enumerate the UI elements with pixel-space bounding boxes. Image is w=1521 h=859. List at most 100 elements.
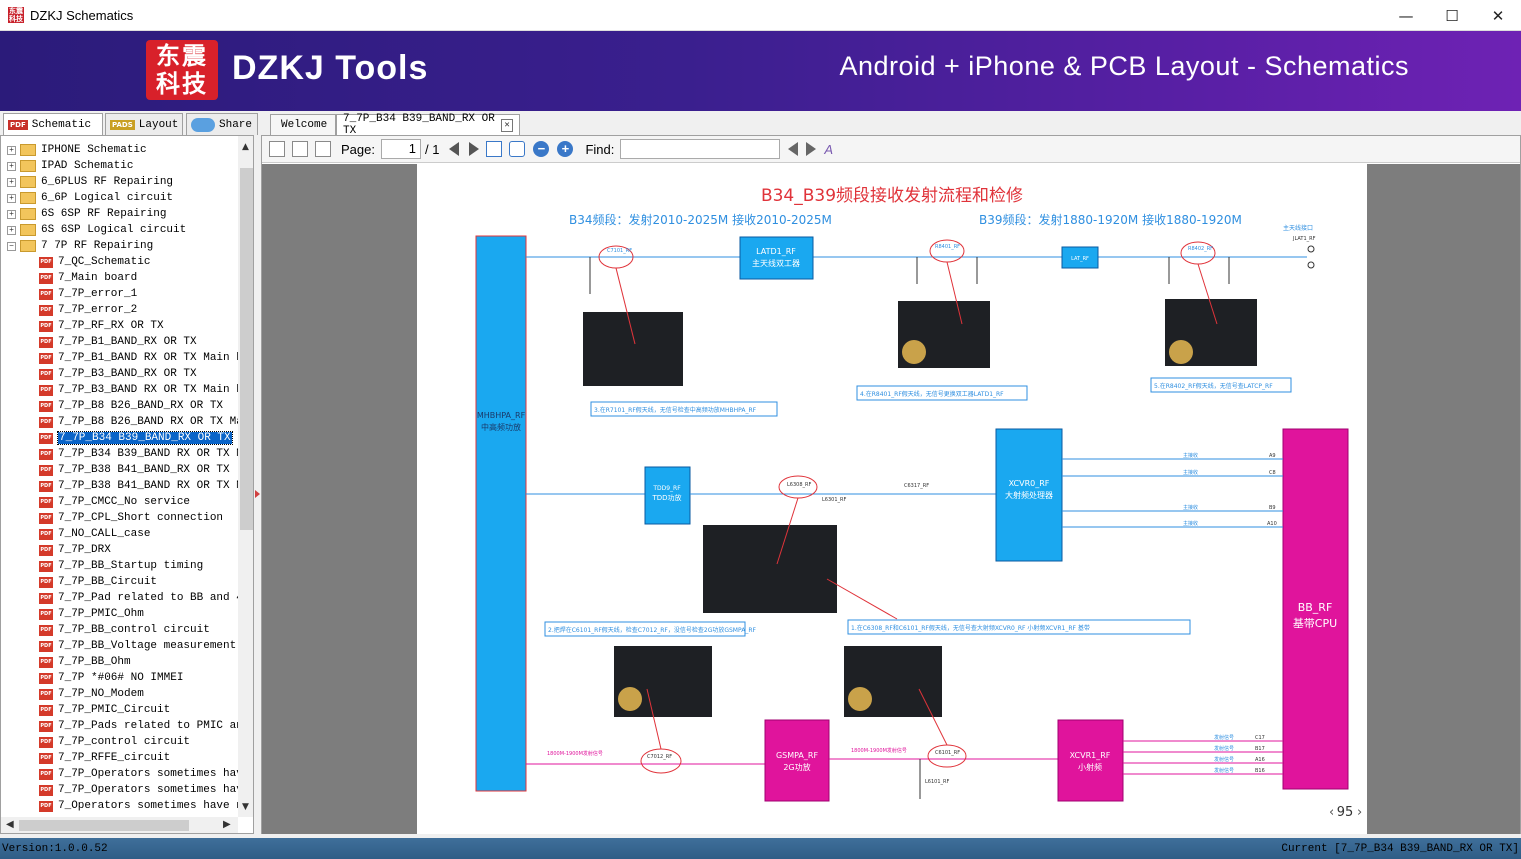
next-page-icon[interactable] bbox=[469, 142, 480, 156]
highlight-text-icon[interactable]: A bbox=[824, 142, 833, 157]
tree-item[interactable]: PDF 7_7P_control circuit bbox=[39, 734, 190, 750]
tree-item[interactable]: PDF 7_7P_BB_Startup timing bbox=[39, 558, 203, 574]
close-tab-icon[interactable]: ✕ bbox=[501, 118, 513, 132]
tab-schematic[interactable]: PDF Schematic bbox=[3, 113, 103, 135]
pdf-viewer: Page: 1 / 1 − + Find: A B34_B39频段接收发射流程和… bbox=[261, 135, 1521, 834]
tree-item[interactable]: PDF 7_7P_B8 B26_BAND_RX OR TX bbox=[39, 398, 223, 414]
tree-item[interactable]: PDF 7_Main board bbox=[39, 270, 137, 286]
tree-vertical-scrollbar[interactable]: ▲ ▼ bbox=[238, 136, 253, 817]
c6317-label: C6317_RF bbox=[904, 483, 929, 489]
tree-item[interactable]: PDF 7_7P_BB_control circuit bbox=[39, 622, 210, 638]
tree-item[interactable]: PDF 7_7P_B34 B39_BAND RX OR TX Mai bbox=[39, 446, 253, 462]
expand-icon[interactable]: + bbox=[7, 193, 16, 203]
expand-icon[interactable]: + bbox=[7, 161, 16, 171]
page-input[interactable]: 1 bbox=[380, 139, 421, 159]
minimize-button[interactable]: — bbox=[1383, 0, 1429, 31]
tree-item[interactable]: PDF 7_7P_B38 B41_BAND RX OR TX Mai bbox=[39, 478, 253, 494]
tree-vertical-scroll-thumb[interactable] bbox=[240, 168, 253, 530]
fit-width-icon[interactable] bbox=[486, 141, 503, 157]
scroll-left-icon[interactable]: ◀ bbox=[6, 819, 14, 830]
scroll-up-icon[interactable]: ▲ bbox=[242, 142, 249, 152]
page-next-icon[interactable]: › bbox=[1357, 805, 1362, 820]
page-prev-icon[interactable]: ‹ bbox=[1329, 805, 1334, 820]
tree-item[interactable]: PDF 7_7P_PMIC_Ohm bbox=[39, 606, 144, 622]
tree-folder[interactable]: +6S 6SP RF Repairing bbox=[7, 206, 166, 222]
mhbpa-label-1: MHBHPA_RF bbox=[477, 411, 526, 420]
tree-item[interactable]: PDF 7_NO_CALL_case bbox=[39, 526, 150, 542]
prev-page-icon[interactable] bbox=[449, 142, 460, 156]
tree-item[interactable]: PDF 7_7P_Operators sometimes have bbox=[39, 766, 249, 782]
tree-item[interactable]: PDF 7_7P_BB_Voltage measurement bbox=[39, 638, 236, 654]
tree-horizontal-scrollbar[interactable]: ◀ ▶ bbox=[1, 817, 238, 833]
expand-icon[interactable]: + bbox=[7, 209, 16, 219]
close-button[interactable]: ✕ bbox=[1475, 0, 1521, 31]
tree-item[interactable]: PDF 7_7P_DRX bbox=[39, 542, 111, 558]
expand-icon[interactable]: + bbox=[7, 177, 16, 187]
find-next-icon[interactable] bbox=[806, 142, 817, 156]
tree-item[interactable]: PDF 7_7P_B8 B26_BAND RX OR TX Main bbox=[39, 414, 254, 430]
page-canvas[interactable]: B34_B39频段接收发射流程和检修 B34频段：发射2010-2025M 接收… bbox=[262, 164, 1520, 834]
zoom-in-icon[interactable]: + bbox=[557, 141, 574, 157]
find-prev-icon[interactable] bbox=[788, 142, 799, 156]
expand-icon[interactable]: + bbox=[7, 145, 16, 155]
tree-item[interactable]: PDF 7_7P_BB_Ohm bbox=[39, 654, 131, 670]
tree-item[interactable]: PDF 7_7P_B1_BAND_RX OR TX bbox=[39, 334, 197, 350]
tree-item[interactable]: PDF 7_7P_B34 B39_BAND_RX OR TX bbox=[39, 430, 233, 446]
tree-item-label: 7_7P_PMIC_Circuit bbox=[58, 704, 171, 716]
tree-folder[interactable]: +6_6P Logical circuit bbox=[7, 190, 173, 206]
x1-pin-3: A16 bbox=[1255, 757, 1265, 763]
tree-item[interactable]: PDF 7_7P_BB_Circuit bbox=[39, 574, 157, 590]
panel-splitter[interactable] bbox=[254, 135, 261, 834]
tx-sig-3: 发射信号 bbox=[1214, 756, 1234, 763]
tree-item[interactable]: PDF 7_7P_RF_RX OR TX bbox=[39, 318, 164, 334]
tree-item[interactable]: PDF 7_7P_Pad related to BB and 401 bbox=[39, 590, 253, 606]
pcb-photo-6-pad bbox=[848, 687, 872, 711]
tree-folder[interactable]: + IPHONE Schematic bbox=[7, 142, 147, 158]
doc-tab-welcome[interactable]: Welcome bbox=[270, 114, 336, 135]
tree-item[interactable]: PDF 7_7P_RFFE_circuit bbox=[39, 750, 170, 766]
tree-item[interactable]: PDF 7_7P_B3_BAND RX OR TX Main boa bbox=[39, 382, 253, 398]
xcvr0-label-2: 大射频处理器 bbox=[1005, 490, 1053, 500]
tree-item[interactable]: PDF 7_7P_Operators sometimes have bbox=[39, 782, 249, 798]
tree-item[interactable]: PDF 7_7P_error_2 bbox=[39, 302, 137, 318]
tree-item[interactable]: PDF 7_7P *#06# NO IMMEI bbox=[39, 670, 183, 686]
tree-item[interactable]: PDF 7_7P_CMCC_No service bbox=[39, 494, 190, 510]
pdf-file-icon: PDF bbox=[39, 496, 53, 508]
copy-page-icon[interactable] bbox=[292, 141, 308, 157]
fit-page-icon[interactable] bbox=[509, 141, 526, 157]
tree-item-label: 7_7P_BB_Ohm bbox=[58, 656, 131, 668]
tree-item[interactable]: PDF 7_7P_B3_BAND_RX OR TX bbox=[39, 366, 197, 382]
export-icon[interactable] bbox=[315, 141, 331, 157]
rx-label-2: 主接收 bbox=[1183, 469, 1198, 476]
tab-layout[interactable]: PADS Layout bbox=[105, 113, 183, 135]
tree-horizontal-scroll-thumb[interactable] bbox=[19, 820, 189, 831]
scroll-down-icon[interactable]: ▼ bbox=[242, 802, 249, 812]
tree-item[interactable]: PDF 7_Operators sometimes have no bbox=[39, 798, 249, 814]
maximize-button[interactable]: ☐ bbox=[1429, 0, 1475, 31]
tree-item[interactable]: PDF 7_QC_Schematic bbox=[39, 254, 150, 270]
tree-folder[interactable]: + IPAD Schematic bbox=[7, 158, 133, 174]
scroll-right-icon[interactable]: ▶ bbox=[223, 819, 231, 830]
tab-share[interactable]: Share bbox=[186, 113, 258, 135]
tree-item[interactable]: PDF 7_7P_PMIC_Circuit bbox=[39, 702, 170, 718]
pdf-file-icon: PDF bbox=[39, 576, 53, 588]
tab-schematic-label: Schematic bbox=[31, 118, 92, 131]
collapse-arrow-icon[interactable] bbox=[255, 490, 260, 498]
tree-folder[interactable]: +6S 6SP Logical circuit bbox=[7, 222, 186, 238]
tree-item[interactable]: PDF 7_7P_Pads related to PMIC and bbox=[39, 718, 249, 734]
tree-item[interactable]: PDF 7_7P_B1_BAND RX OR TX Main boa bbox=[39, 350, 253, 366]
collapse-icon[interactable]: − bbox=[7, 241, 16, 251]
tree-item[interactable]: PDF 7_7P_NO_Modem bbox=[39, 686, 144, 702]
tree-item-label: 7_7P_B8 B26_BAND RX OR TX Main bbox=[58, 416, 254, 428]
tree-folder[interactable]: +6_6PLUS RF Repairing bbox=[7, 174, 173, 190]
find-input[interactable] bbox=[620, 139, 781, 159]
tree-item[interactable]: PDF 7_7P_error_1 bbox=[39, 286, 137, 302]
expand-icon[interactable]: + bbox=[7, 225, 16, 235]
zoom-out-icon[interactable]: − bbox=[533, 141, 550, 157]
pdf-icon: PDF bbox=[8, 119, 28, 130]
tree-item[interactable]: PDF 7_7P_B38 B41_BAND_RX OR TX bbox=[39, 462, 230, 478]
tree-folder[interactable]: − 7 7P RF Repairing bbox=[7, 238, 153, 254]
tree-item[interactable]: PDF 7_7P_CPL_Short connection bbox=[39, 510, 223, 526]
doc-tab-current[interactable]: 7_7P_B34 B39_BAND_RX OR TX ✕ bbox=[336, 113, 520, 137]
open-file-icon[interactable] bbox=[269, 141, 285, 157]
